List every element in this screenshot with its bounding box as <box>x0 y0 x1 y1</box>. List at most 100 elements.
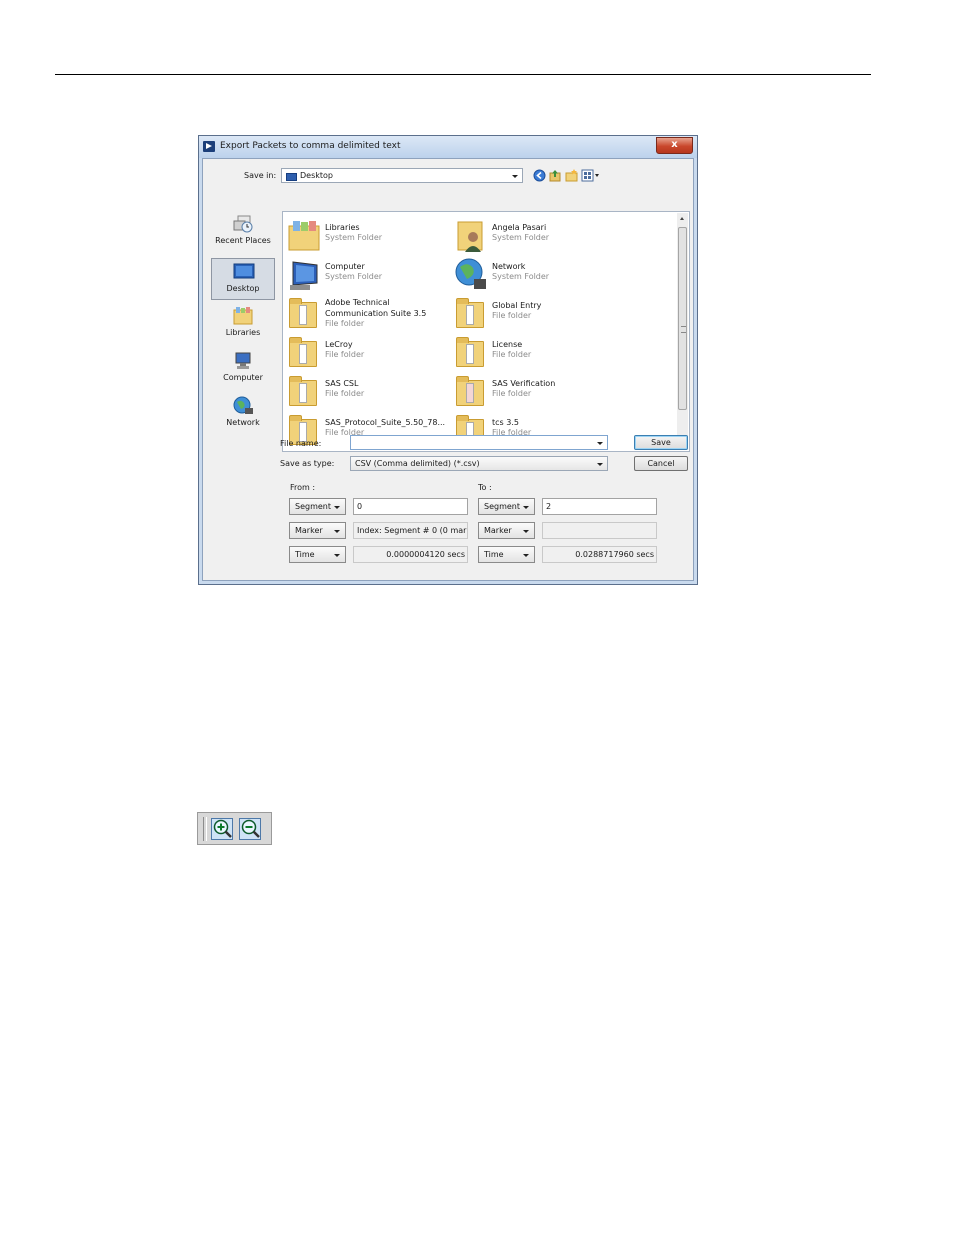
file-name: License <box>492 340 523 349</box>
folder-icon <box>456 298 484 328</box>
from-marker-select[interactable]: Marker <box>289 522 346 539</box>
zoom-out-icon[interactable] <box>239 818 261 840</box>
dialog-title-bar[interactable]: Export Packets to comma delimited text x <box>199 136 697 158</box>
save-in-dropdown[interactable]: Desktop <box>281 168 523 183</box>
to-time-select[interactable]: Time <box>478 546 535 563</box>
list-item[interactable]: LeCroy File folder <box>287 335 447 371</box>
save-button[interactable]: Save <box>634 435 688 450</box>
place-label: Libraries <box>225 328 261 337</box>
from-label: From : <box>290 483 316 492</box>
desktop-icon <box>233 263 255 279</box>
to-marker-field <box>542 522 657 539</box>
dialog-title: Export Packets to comma delimited text <box>220 141 401 151</box>
folder-icon <box>456 376 484 406</box>
place-label: Recent Places <box>215 236 271 245</box>
app-icon <box>203 141 215 152</box>
to-label: To : <box>478 483 492 492</box>
list-item[interactable]: Adobe Technical Communication Suite 3.5 … <box>287 296 447 332</box>
network-icon <box>233 396 253 414</box>
to-segment-select[interactable]: Segment <box>478 498 535 515</box>
folder-icon <box>456 337 484 367</box>
select-value: Segment <box>484 502 520 511</box>
list-item[interactable]: SAS CSL File folder <box>287 374 447 410</box>
place-computer[interactable]: Computer <box>211 348 275 390</box>
place-libraries[interactable]: Libraries <box>211 303 275 345</box>
libraries-icon <box>233 307 253 325</box>
list-item[interactable]: Computer System Folder <box>287 257 447 293</box>
scroll-up-icon[interactable] <box>680 217 684 220</box>
list-item[interactable]: Libraries System Folder <box>287 218 447 254</box>
libraries-folder-icon <box>288 221 320 251</box>
file-type: System Folder <box>492 233 550 242</box>
close-button[interactable]: x <box>656 137 693 154</box>
file-name: LeCroy <box>325 340 353 349</box>
file-name: Network <box>492 262 526 271</box>
field-value: 0.0288717960 secs <box>575 550 654 559</box>
from-segment-select[interactable]: Segment <box>289 498 346 515</box>
file-name: Adobe Technical <box>325 298 390 307</box>
list-item[interactable]: Angela Pasari System Folder <box>454 218 614 254</box>
file-name: SAS CSL <box>325 379 359 388</box>
file-name-input[interactable] <box>350 435 608 450</box>
cancel-button[interactable]: Cancel <box>634 456 688 471</box>
up-folder-icon[interactable] <box>549 169 562 182</box>
from-time-field: 0.0000004120 secs <box>353 546 468 563</box>
save-as-type-dropdown[interactable]: CSV (Comma delimited) (*.csv) <box>350 456 608 471</box>
place-label: Network <box>226 418 260 427</box>
from-time-select[interactable]: Time <box>289 546 346 563</box>
chevron-down-icon <box>512 175 518 178</box>
from-segment-input[interactable]: 0 <box>353 498 468 515</box>
list-item[interactable]: Network System Folder <box>454 257 614 293</box>
file-type: System Folder <box>325 233 383 242</box>
list-item[interactable]: License File folder <box>454 335 614 371</box>
file-name: tcs 3.5 <box>492 418 519 427</box>
place-recent-places[interactable]: Recent Places <box>211 211 275 253</box>
folder-icon <box>289 298 317 328</box>
to-marker-select[interactable]: Marker <box>478 522 535 539</box>
file-type: System Folder <box>325 272 383 281</box>
field-value: 2 <box>546 502 552 511</box>
scrollbar-thumb[interactable] <box>678 227 687 410</box>
file-name: Computer <box>325 262 365 271</box>
computer-icon <box>290 261 318 290</box>
list-item[interactable]: Global Entry File folder <box>454 296 614 332</box>
chevron-down-icon <box>334 506 340 509</box>
place-label: Desktop <box>226 284 260 293</box>
select-value: Marker <box>484 526 512 535</box>
save-as-type-label: Save as type: <box>280 459 335 468</box>
file-name: SAS_Protocol_Suite_5.50_78... <box>325 418 446 427</box>
field-value: 0.0000004120 secs <box>386 550 465 559</box>
close-icon: x <box>671 139 678 150</box>
chevron-down-icon <box>334 530 340 533</box>
zoom-toolbar <box>197 812 272 845</box>
zoom-in-icon[interactable] <box>211 818 233 840</box>
chevron-down-icon <box>334 554 340 557</box>
place-desktop[interactable]: Desktop <box>211 258 275 300</box>
page-header-rule <box>55 74 871 75</box>
views-menu-icon[interactable] <box>581 169 600 182</box>
computer-icon <box>235 352 251 369</box>
chevron-down-icon <box>523 506 529 509</box>
file-type: File folder <box>325 350 365 359</box>
select-value: Time <box>295 550 315 559</box>
from-marker-field: Index: Segment # 0 (0 marker in <box>353 522 468 539</box>
save-in-value: Desktop <box>300 171 333 180</box>
select-value: Segment <box>295 502 331 511</box>
file-name: Libraries <box>325 223 360 232</box>
place-network[interactable]: Network <box>211 393 275 435</box>
save-in-label: Save in: <box>244 171 277 180</box>
place-label: Computer <box>223 373 263 382</box>
select-value: Marker <box>295 526 323 535</box>
toolbar-grip <box>203 817 207 841</box>
back-icon[interactable] <box>533 169 546 182</box>
network-icon <box>455 258 486 289</box>
file-type: File folder <box>492 389 532 398</box>
export-dialog: Export Packets to comma delimited text x… <box>198 135 698 585</box>
chevron-down-icon <box>597 442 603 445</box>
list-item[interactable]: SAS Verification File folder <box>454 374 614 410</box>
new-folder-icon[interactable] <box>565 169 578 182</box>
file-type: File folder <box>325 389 365 398</box>
places-bar: Recent Places Desktop Libraries Computer <box>211 211 279 451</box>
to-segment-input[interactable]: 2 <box>542 498 657 515</box>
vertical-scrollbar[interactable] <box>677 213 688 450</box>
